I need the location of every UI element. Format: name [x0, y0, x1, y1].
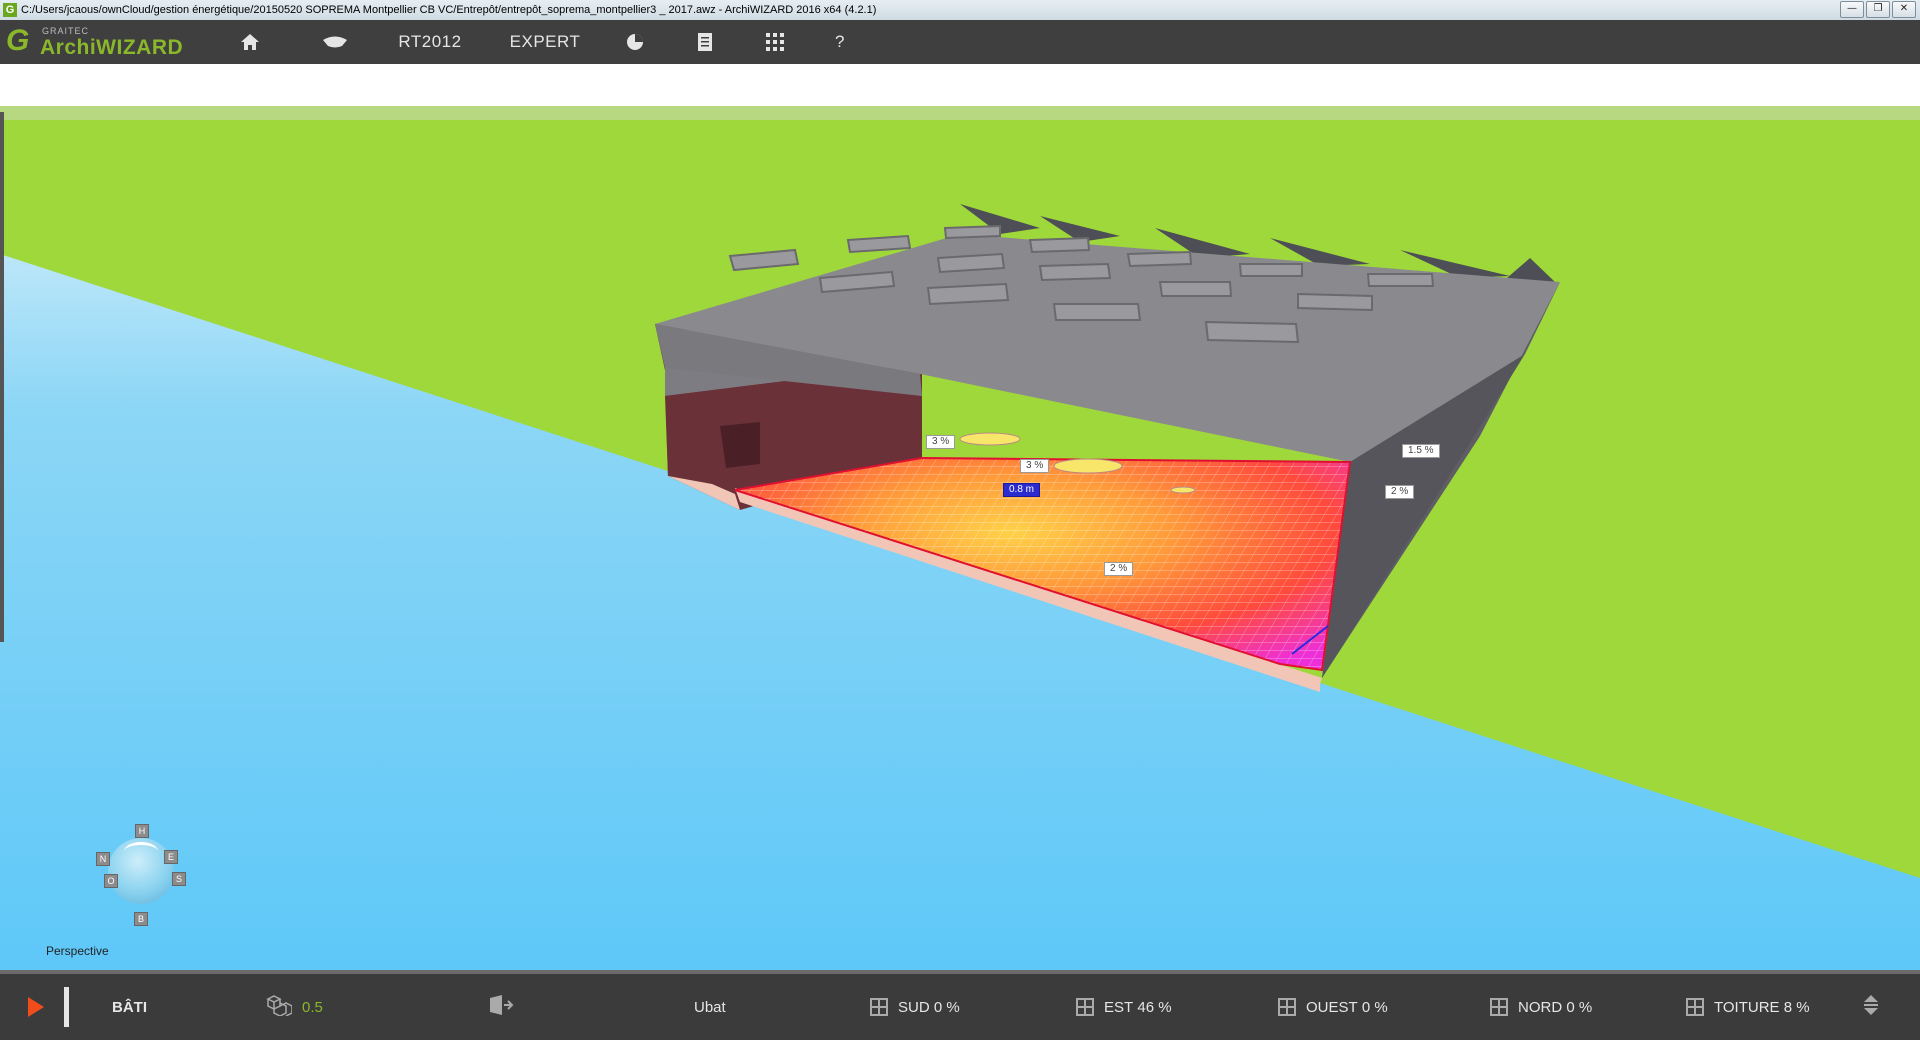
resolution-control[interactable]: 0.5 — [266, 974, 323, 1040]
expand-collapse-icon — [1862, 993, 1880, 1021]
main-toolbar: G GRAITEC ArchiWIZARD RT2012 EXPERT ? — [0, 20, 1920, 64]
expand-panel-button[interactable] — [1862, 974, 1890, 1040]
cubes-icon — [266, 994, 293, 1020]
grid-icon — [760, 27, 790, 57]
facade-name: OUEST — [1306, 998, 1358, 1016]
resolution-value: 0.5 — [302, 998, 323, 1016]
daylight-label: 2 % — [1104, 562, 1134, 576]
home-button[interactable] — [200, 20, 300, 64]
facade-value: 0 % — [1566, 998, 1593, 1016]
compass-arc — [124, 842, 158, 861]
compass-east[interactable]: E — [164, 850, 178, 864]
document-icon — [690, 27, 720, 57]
bottom-status-bar: BÂTI 0.5 Ubat SUD 0 % EST 46 % OUEST 0 %… — [0, 970, 1920, 1040]
facade-name: EST — [1104, 998, 1134, 1016]
compass-south[interactable]: S — [172, 872, 186, 886]
results-button[interactable] — [600, 20, 670, 64]
pie-chart-icon — [620, 27, 650, 57]
report-button[interactable] — [670, 20, 740, 64]
view-mode-label[interactable]: Perspective — [46, 944, 109, 958]
door-opening — [720, 422, 760, 468]
3d-viewport[interactable]: 3 % 3 % 0.8 m 1.5 % 2 % 2 % H N E O S B … — [0, 106, 1920, 970]
window-icon — [1278, 998, 1296, 1016]
facade-value: 0 % — [933, 998, 960, 1016]
facade-value: 0 % — [1361, 998, 1388, 1016]
window-controls: — ❐ ✕ — [1840, 1, 1916, 18]
facade-name: SUD — [898, 998, 930, 1016]
pause-button[interactable] — [64, 974, 79, 1040]
facade-name: TOITURE — [1714, 998, 1780, 1016]
close-button[interactable]: ✕ — [1892, 1, 1916, 18]
scene-canvas — [0, 106, 1920, 970]
export-icon — [488, 994, 514, 1020]
play-icon — [28, 997, 44, 1017]
mode-label[interactable]: BÂTI — [112, 974, 147, 1040]
compass-top[interactable]: H — [135, 824, 149, 838]
window-icon — [870, 998, 888, 1016]
rt2012-menu[interactable]: RT2012 — [370, 20, 490, 64]
expert-menu[interactable]: EXPERT — [490, 20, 600, 64]
facade-nord[interactable]: NORD 0 % — [1490, 974, 1592, 1040]
facade-value: 46 % — [1137, 998, 1172, 1016]
facade-ouest[interactable]: OUEST 0 % — [1278, 974, 1388, 1040]
compass-bottom[interactable]: B — [134, 912, 148, 926]
window-icon — [1076, 998, 1094, 1016]
eye-icon — [320, 27, 350, 57]
title-bar: G C:/Users/jcaous/ownCloud/gestion énerg… — [0, 0, 1920, 21]
facade-name: NORD — [1518, 998, 1563, 1016]
facade-sud[interactable]: SUD 0 % — [870, 974, 960, 1040]
apps-button[interactable] — [740, 20, 810, 64]
facade-est[interactable]: EST 46 % — [1076, 974, 1172, 1040]
app-icon: G — [3, 3, 17, 17]
window-icon — [1490, 998, 1508, 1016]
daylight-label: 3 % — [926, 435, 956, 449]
window-icon — [1686, 998, 1704, 1016]
height-label: 0.8 m — [1003, 483, 1041, 497]
play-button[interactable] — [28, 974, 54, 1040]
facade-value: 8 % — [1783, 998, 1810, 1016]
app-logo: G GRAITEC ArchiWIZARD — [0, 20, 200, 64]
compass-north[interactable]: N — [96, 852, 110, 866]
compass-west[interactable]: O — [104, 874, 118, 888]
viewport-left-edge — [0, 112, 4, 642]
maximize-button[interactable]: ❐ — [1866, 1, 1890, 18]
minimize-button[interactable]: — — [1840, 1, 1864, 18]
logo-name: ArchiWIZARD — [40, 36, 184, 59]
pause-icon — [64, 987, 69, 1027]
ubat-label[interactable]: Ubat — [694, 974, 726, 1040]
view-compass[interactable]: H N E O S B — [96, 824, 196, 928]
home-icon — [235, 27, 265, 57]
daylight-label: 3 % — [1020, 459, 1050, 473]
facade-toiture[interactable]: TOITURE 8 % — [1686, 974, 1810, 1040]
window-title: C:/Users/jcaous/ownCloud/gestion énergét… — [21, 4, 877, 16]
daylight-label: 1.5 % — [1402, 444, 1440, 458]
logo-mark: G — [6, 24, 30, 57]
top-panel — [0, 64, 1920, 106]
horizon — [0, 106, 1920, 120]
logo-brand: GRAITEC — [42, 26, 90, 36]
daylight-label: 2 % — [1385, 485, 1415, 499]
view-button[interactable] — [300, 20, 370, 64]
export-button[interactable] — [488, 974, 524, 1040]
help-button[interactable]: ? — [810, 20, 870, 64]
